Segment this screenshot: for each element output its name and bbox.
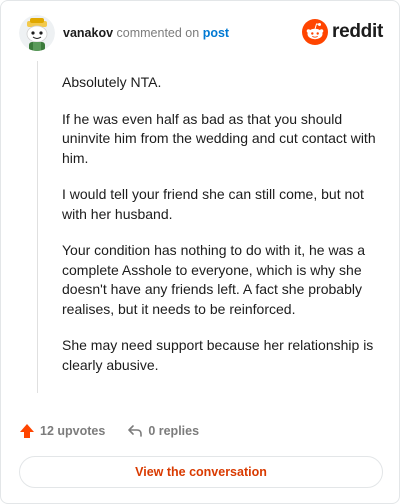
- avatar-icon: [19, 15, 55, 51]
- thread-line[interactable]: [37, 61, 38, 393]
- reddit-snoo-icon: [302, 19, 329, 45]
- comment-paragraph: I would tell your friend she can still c…: [62, 186, 364, 222]
- reddit-logo[interactable]: reddit: [302, 17, 383, 47]
- comment-paragraph: She may need support because her relatio…: [62, 337, 374, 373]
- view-conversation-button[interactable]: View the conversation: [19, 456, 383, 488]
- comment-header: vanakov commented on post reddit: [19, 15, 383, 55]
- reply-button[interactable]: 0 replies: [127, 423, 199, 439]
- reply-arrow-icon: [128, 425, 143, 437]
- comment-paragraph: Your condition has nothing to do with it…: [62, 242, 366, 317]
- upvote-arrow-icon: [20, 424, 34, 438]
- upvote-button[interactable]: 12 upvotes: [19, 423, 105, 439]
- avatar[interactable]: [19, 15, 55, 51]
- reddit-wordmark: reddit: [332, 21, 383, 42]
- reply-count: 0 replies: [148, 424, 200, 438]
- post-link[interactable]: post: [203, 26, 229, 40]
- comment-body: Absolutely NTA. If he was even half as b…: [62, 73, 380, 392]
- comment-byline: vanakov commented on post: [63, 26, 229, 40]
- comment-paragraph: Absolutely NTA.: [62, 74, 162, 90]
- comment-actions: 12 upvotes 0 replies: [19, 421, 221, 441]
- username-link[interactable]: vanakov: [63, 26, 113, 40]
- comment-paragraph: If he was even half as bad as that you s…: [62, 110, 376, 166]
- byline-action-text: commented on: [116, 26, 200, 40]
- upvote-count: 12 upvotes: [40, 424, 106, 438]
- comment-embed-card: vanakov commented on post reddit Absolut…: [0, 0, 400, 504]
